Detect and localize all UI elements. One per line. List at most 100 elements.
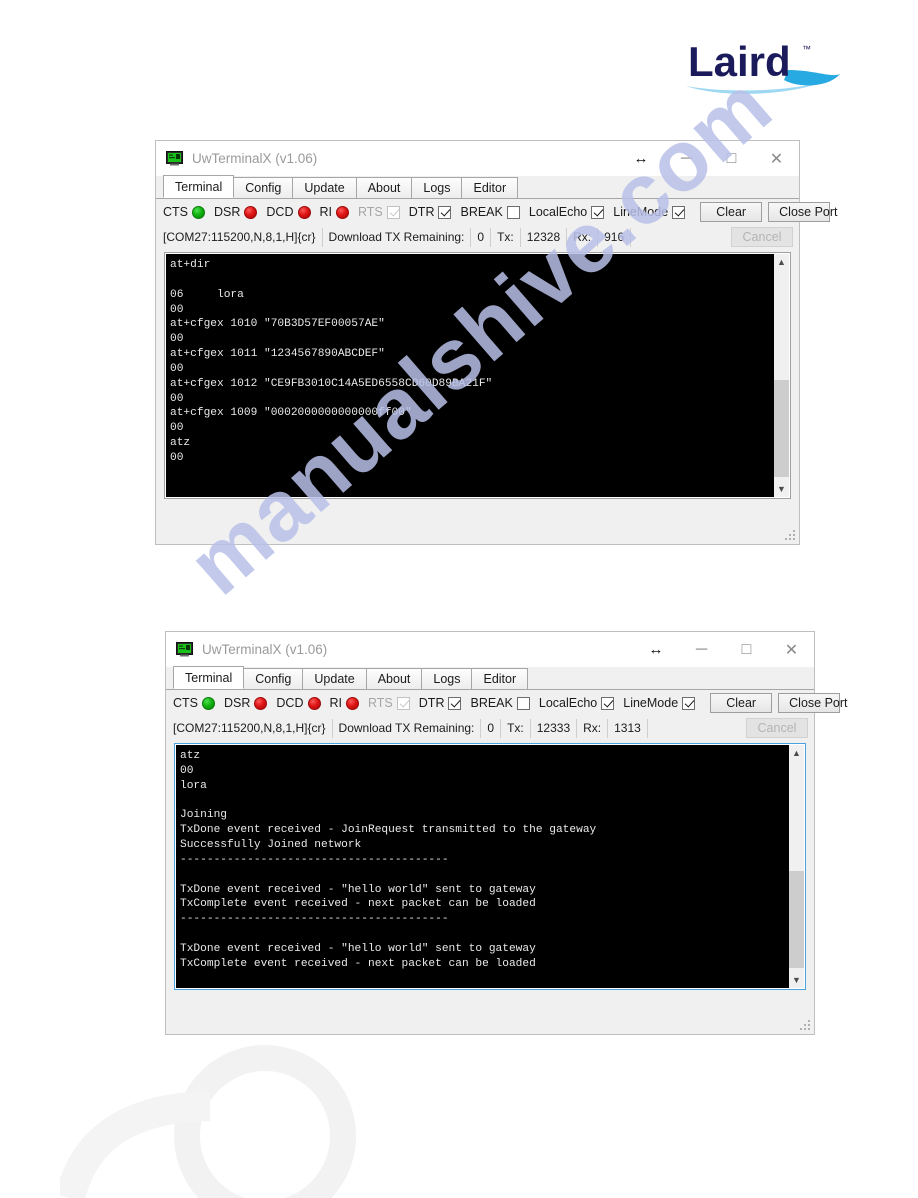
tab-about[interactable]: About [365, 668, 423, 689]
horizontal-resize-cursor-icon: ↔ [633, 150, 649, 167]
terminal-output-text[interactable]: atz 00 lora Joining TxDone event receive… [176, 745, 788, 988]
scrollbar-thumb[interactable] [774, 379, 789, 477]
localecho-checkbox-icon[interactable] [601, 696, 615, 710]
checkbox-rts-label: RTS [358, 205, 383, 219]
uwterminalx-window-2[interactable]: UwTerminalX (v1.06) ↔ ─ □ ✕ Terminal Con… [165, 631, 848, 1035]
download-tx-remaining-value: 0 [481, 718, 502, 738]
signal-cts-label: CTS [173, 696, 198, 710]
close-port-button[interactable]: Close Port [768, 202, 838, 222]
window-titlebar[interactable]: UwTerminalX (v1.06) ↔ ─ □ ✕ [166, 632, 814, 667]
scroll-down-arrow-icon[interactable]: ▼ [774, 481, 789, 497]
dcd-led-icon [297, 205, 311, 219]
window-controls[interactable]: ↔ ─ □ ✕ [618, 141, 799, 176]
window-bottom-pad [166, 990, 814, 1024]
scrollbar-track[interactable] [774, 270, 789, 481]
signal-ri: RI [319, 205, 349, 219]
tab-update[interactable]: Update [302, 668, 367, 689]
rx-label: Rx: [567, 227, 599, 247]
checkbox-linemode[interactable]: LineMode [613, 205, 686, 219]
tx-value: 12333 [531, 718, 578, 738]
cts-led-icon [202, 696, 215, 710]
tab-logs[interactable]: Logs [411, 177, 463, 198]
signal-dcd-label: DCD [276, 696, 304, 710]
signal-ri-label: RI [329, 696, 343, 710]
download-tx-remaining-label: Download TX Remaining: [333, 718, 482, 738]
scroll-up-arrow-icon[interactable]: ▲ [774, 254, 789, 270]
signal-cts: CTS [173, 696, 215, 710]
clear-button[interactable]: Clear [700, 202, 763, 222]
signal-cts-label: CTS [163, 205, 188, 219]
checkbox-localecho[interactable]: LocalEcho [529, 205, 605, 219]
tab-bar[interactable]: Terminal Config Update About Logs Editor [156, 175, 799, 199]
maximize-button[interactable]: □ [724, 633, 769, 666]
checkbox-dtr[interactable]: DTR [409, 205, 452, 219]
signal-dcd: DCD [266, 205, 311, 219]
terminal-output-text[interactable]: at+dir 06 lora 00 at+cfgex 1010 "70B3D57… [166, 254, 773, 497]
tab-editor[interactable]: Editor [471, 668, 529, 689]
svg-text:™: ™ [802, 44, 811, 54]
close-button[interactable]: ✕ [769, 633, 814, 666]
minimize-button[interactable]: ─ [664, 142, 709, 175]
dtr-checkbox-icon[interactable] [448, 696, 462, 710]
tab-terminal[interactable]: Terminal [163, 175, 235, 198]
cancel-button: Cancel [731, 227, 793, 247]
window-title: UwTerminalX (v1.06) [192, 151, 318, 166]
localecho-checkbox-icon[interactable] [591, 205, 605, 219]
window-titlebar[interactable]: UwTerminalX (v1.06) ↔ ─ □ ✕ [156, 141, 799, 176]
checkbox-break[interactable]: BREAK [470, 696, 530, 710]
scroll-down-arrow-icon[interactable]: ▼ [789, 972, 804, 988]
rx-value: 1313 [608, 718, 648, 738]
linemode-checkbox-icon[interactable] [682, 696, 696, 710]
signal-dsr: DSR [214, 205, 258, 219]
close-port-button[interactable]: Close Port [778, 693, 848, 713]
terminal-output-panel[interactable]: at+dir 06 lora 00 at+cfgex 1010 "70B3D57… [164, 252, 791, 499]
checkbox-break-label: BREAK [470, 696, 513, 710]
clear-button[interactable]: Clear [710, 693, 773, 713]
terminal-output-panel[interactable]: atz 00 lora Joining TxDone event receive… [174, 743, 806, 990]
minimize-button[interactable]: ─ [679, 633, 724, 666]
horizontal-resize-cursor-icon: ↔ [648, 641, 664, 658]
dtr-checkbox-icon[interactable] [438, 205, 452, 219]
port-settings-label: [COM27:115200,N,8,1,H]{cr} [173, 718, 333, 738]
checkbox-rts: RTS [358, 205, 400, 219]
status-row: [COM27:115200,N,8,1,H]{cr} Download TX R… [166, 716, 814, 740]
scrollbar-thumb[interactable] [789, 870, 804, 968]
rx-value: 916 [598, 227, 632, 247]
scroll-up-arrow-icon[interactable]: ▲ [789, 745, 804, 761]
tab-about[interactable]: About [355, 177, 413, 198]
resize-grip-icon[interactable] [800, 1020, 811, 1031]
resize-grip-icon[interactable] [785, 530, 796, 541]
signal-ri-label: RI [319, 205, 333, 219]
checkbox-linemode[interactable]: LineMode [623, 696, 696, 710]
tab-editor[interactable]: Editor [461, 177, 519, 198]
close-button[interactable]: ✕ [754, 142, 799, 175]
maximize-button[interactable]: □ [709, 142, 754, 175]
scrollbar-track[interactable] [789, 761, 804, 972]
break-checkbox-icon[interactable] [506, 205, 520, 219]
terminal-scrollbar[interactable]: ▲ ▼ [788, 745, 804, 988]
download-tx-remaining-label: Download TX Remaining: [323, 227, 472, 247]
break-checkbox-icon[interactable] [516, 696, 530, 710]
tab-update[interactable]: Update [292, 177, 357, 198]
uwterminalx-window-1[interactable]: UwTerminalX (v1.06) ↔ ─ □ ✕ Terminal Con… [155, 140, 838, 545]
checkbox-break-label: BREAK [460, 205, 503, 219]
checkbox-dtr[interactable]: DTR [419, 696, 462, 710]
checkbox-dtr-label: DTR [408, 205, 435, 219]
cts-led-icon [192, 205, 205, 219]
tab-config[interactable]: Config [233, 177, 294, 198]
checkbox-linemode-label: LineMode [613, 205, 669, 219]
tab-config[interactable]: Config [243, 668, 304, 689]
checkbox-localecho[interactable]: LocalEcho [539, 696, 615, 710]
window-controls[interactable]: ↔ ─ □ ✕ [633, 632, 814, 667]
terminal-app-icon [166, 151, 183, 166]
checkbox-break[interactable]: BREAK [460, 205, 520, 219]
signal-control-row[interactable]: CTS DSR DCD RI RTS DTR BREAK LocalEcho L… [156, 199, 838, 225]
terminal-scrollbar[interactable]: ▲ ▼ [773, 254, 789, 497]
rx-label: Rx: [577, 718, 609, 738]
tx-label: Tx: [501, 718, 531, 738]
linemode-checkbox-icon[interactable] [672, 205, 686, 219]
tab-terminal[interactable]: Terminal [173, 666, 245, 689]
tab-logs[interactable]: Logs [421, 668, 473, 689]
signal-control-row[interactable]: CTS DSR DCD RI RTS DTR BREAK LocalEcho L… [166, 690, 848, 716]
tab-bar[interactable]: Terminal Config Update About Logs Editor [166, 666, 814, 690]
